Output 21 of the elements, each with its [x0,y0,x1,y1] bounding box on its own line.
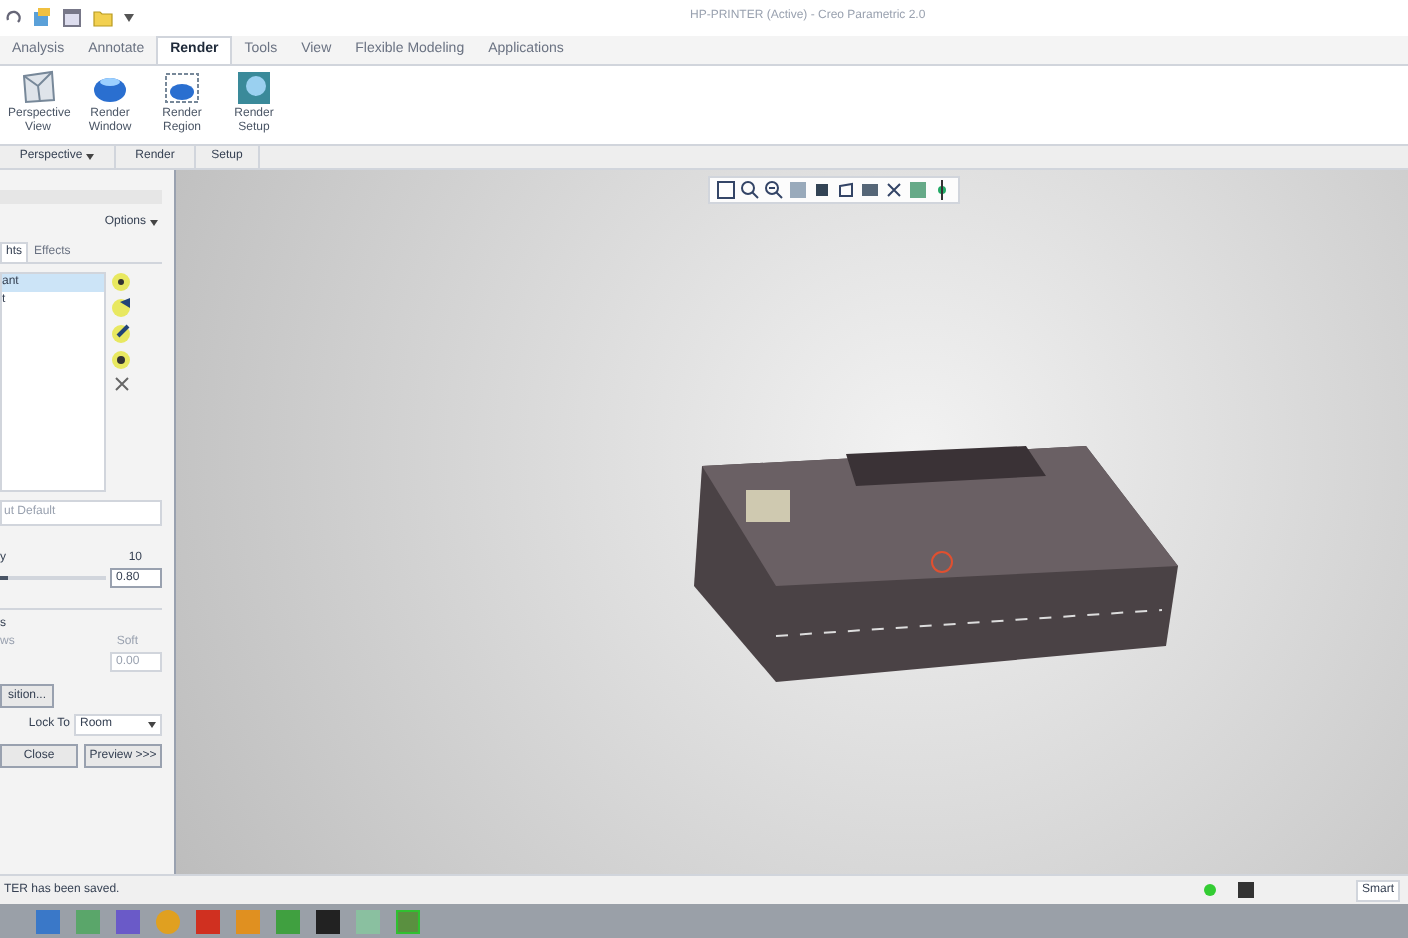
caret-icon[interactable] [86,154,95,160]
delete-icon[interactable] [113,376,129,392]
undo-icon[interactable] [4,10,22,26]
windows-icon[interactable] [62,8,82,28]
views-icon[interactable] [836,180,856,200]
setup-icon [234,68,274,108]
zoom-in-icon[interactable] [740,180,760,200]
refit-icon[interactable] [716,180,736,200]
caret-icon [150,220,158,226]
perspective-icon [18,68,58,108]
app-icon[interactable] [316,909,340,933]
zoom-out-icon[interactable] [764,180,784,200]
caret-icon [148,722,156,728]
caret-icon[interactable] [124,14,134,22]
directional-light-icon[interactable] [110,324,132,344]
add-light-icon[interactable] [110,272,132,292]
sky-light-icon[interactable] [110,350,132,370]
status-light-icon [1204,884,1216,896]
region-icon [162,68,202,108]
spot-light-icon[interactable] [110,298,132,318]
selection-filter-icon[interactable] [1236,880,1256,900]
